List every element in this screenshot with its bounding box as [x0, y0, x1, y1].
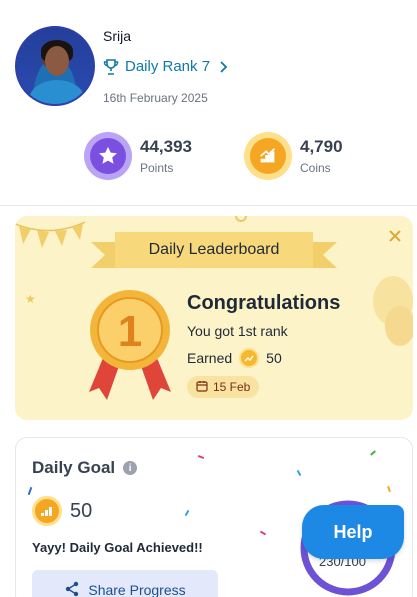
- daily-rank-label: Daily Rank 7: [125, 58, 211, 75]
- coins-stat: 4,790 Coins: [244, 132, 343, 180]
- congratulations-heading: Congratulations: [187, 292, 341, 314]
- daily-leaderboard-card: ★ Daily Leaderboard 1 Congratulations Yo…: [15, 216, 413, 420]
- trophy-icon: [103, 58, 119, 75]
- divider: [0, 205, 417, 206]
- coins-value: 4,790: [300, 137, 343, 156]
- goal-status: Yayy! Daily Goal Achieved!!: [32, 540, 203, 555]
- user-name: Srija: [103, 28, 132, 44]
- date-chip: 15 Feb: [187, 376, 260, 398]
- goal-amount: 50: [70, 499, 93, 522]
- daily-goal-title: Daily Goal: [32, 458, 116, 477]
- coin-stack-icon: [32, 496, 62, 526]
- coins-label: Coins: [300, 161, 331, 175]
- star-decoration: ★: [25, 292, 36, 306]
- share-progress-label: Share Progress: [88, 582, 186, 597]
- profile-header: Srija Daily Rank 7 16th February 2025: [0, 0, 417, 120]
- info-icon[interactable]: i: [123, 461, 138, 475]
- goal-amount-row: 50: [32, 496, 92, 526]
- earned-amount: 50: [266, 350, 282, 366]
- calendar-icon: [196, 380, 208, 395]
- coin-stack-icon: [244, 132, 292, 180]
- avatar[interactable]: [15, 26, 95, 106]
- bunting-decoration: [15, 221, 85, 248]
- points-stat: 44,393 Points: [84, 132, 192, 180]
- share-icon: [64, 581, 80, 597]
- share-progress-button[interactable]: Share Progress: [32, 570, 218, 597]
- points-value: 44,393: [140, 137, 192, 156]
- decoration-ring: [235, 216, 247, 222]
- close-icon[interactable]: [387, 228, 403, 244]
- chevron-right-icon: [216, 60, 230, 74]
- daily-goal-heading: Daily Goal i: [32, 458, 138, 478]
- date-chip-text: 15 Feb: [213, 380, 251, 394]
- leaderboard-title: Daily Leaderboard: [115, 232, 313, 268]
- points-label: Points: [140, 161, 174, 175]
- leaderboard-title-ribbon: Daily Leaderboard: [91, 232, 337, 276]
- help-button[interactable]: Help: [302, 505, 404, 559]
- medal-rank-number: 1: [118, 307, 142, 356]
- star-icon: [84, 132, 132, 180]
- balloon-decoration: [385, 306, 413, 346]
- daily-rank-link[interactable]: Daily Rank 7: [103, 58, 230, 75]
- first-place-medal-icon: 1: [89, 290, 171, 400]
- profile-date: 16th February 2025: [103, 91, 208, 105]
- earned-row: Earned 50: [187, 348, 282, 368]
- earned-label: Earned: [187, 350, 233, 366]
- rank-message: You got 1st rank: [187, 323, 288, 339]
- coin-stack-icon: [239, 348, 260, 368]
